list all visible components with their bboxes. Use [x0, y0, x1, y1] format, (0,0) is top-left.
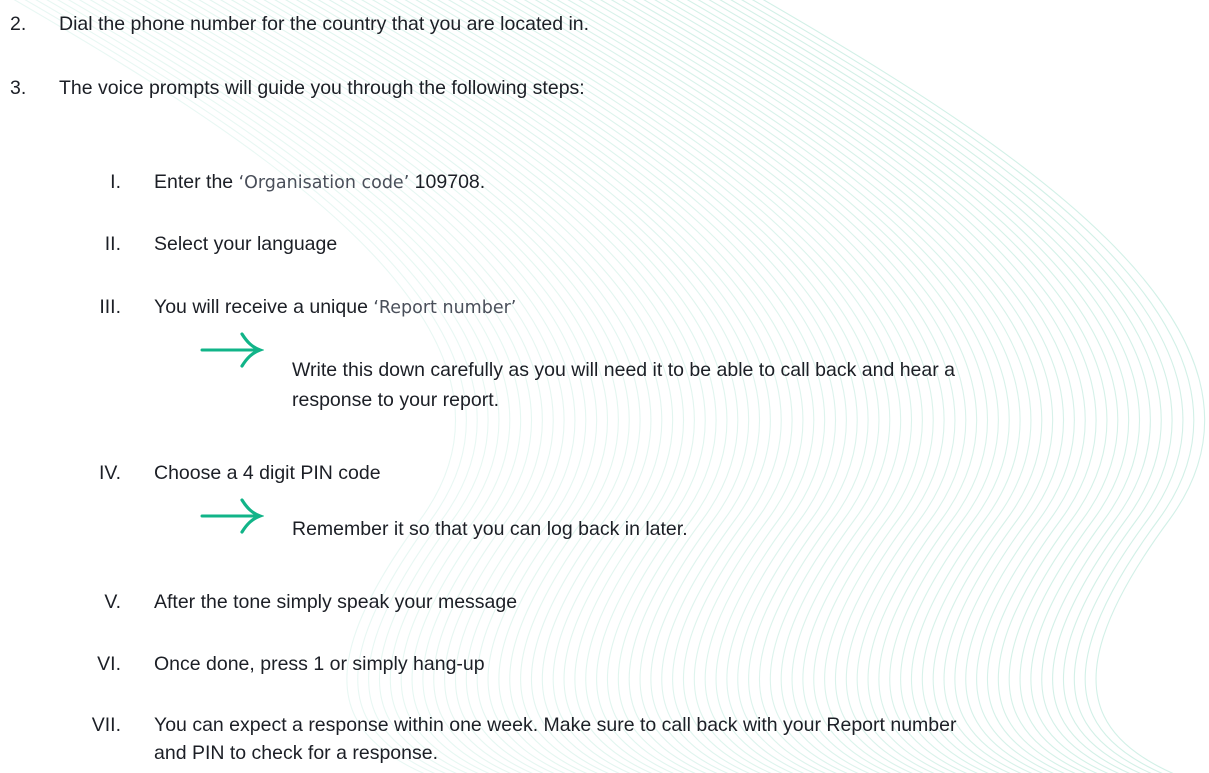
substep-text-1: Enter the ‘Organisation code’ 109708.	[154, 171, 486, 193]
step-text-2: Dial the phone number for the country th…	[59, 13, 590, 35]
substep-note-3-line-1: Write this down carefully as you will ne…	[292, 359, 955, 381]
substep-note-4-line-1: Remember it so that you can log back in …	[292, 518, 688, 540]
step-number-3: 3.	[10, 77, 27, 99]
arrow-right-icon	[200, 498, 264, 534]
step-number-2: 2.	[10, 13, 27, 35]
substep-numeral-1: I.	[110, 171, 121, 193]
substep-text-6: Once done, press 1 or simply hang-up	[154, 653, 485, 675]
step-text-3: The voice prompts will guide you through…	[59, 77, 585, 99]
substep-text-7-line-1: You can expect a response within one wee…	[154, 714, 957, 736]
substep-text-2: Select your language	[154, 233, 338, 255]
substep-numeral-2: II.	[104, 233, 121, 255]
substep-numeral-3: III.	[99, 296, 121, 318]
substep-numeral-7: VII.	[91, 714, 121, 736]
instructions-document: 2. Dial the phone number for the country…	[0, 0, 1209, 773]
organisation-code-label: ‘Organisation code’	[238, 173, 410, 193]
substep-text-3: You will receive a unique ‘Report number…	[154, 296, 517, 318]
substep-numeral-4: IV.	[98, 462, 121, 484]
substep-note-3-line-2: response to your report.	[292, 389, 500, 411]
substep-text-4: Choose a 4 digit PIN code	[154, 462, 381, 484]
report-number-label: ‘Report number’	[373, 298, 517, 318]
substep-numeral-5: V.	[104, 591, 121, 613]
substep-numeral-6: VI.	[97, 653, 121, 675]
substep-text-5: After the tone simply speak your message	[154, 591, 518, 613]
substep-text-7-line-2: and PIN to check for a response.	[154, 742, 438, 764]
arrow-right-icon	[200, 332, 264, 368]
